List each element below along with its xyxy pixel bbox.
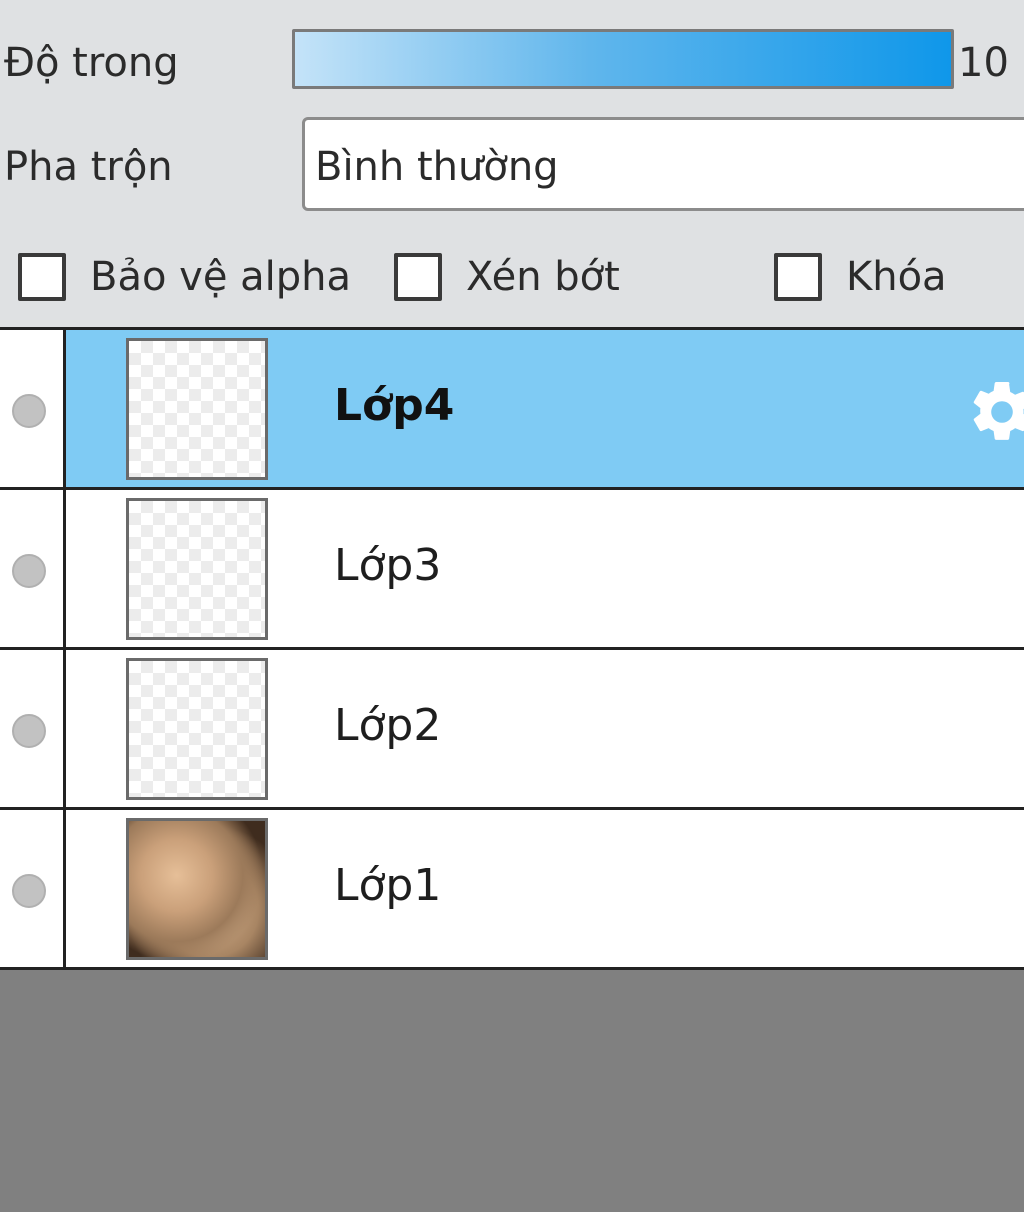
protect-alpha-checkbox-box[interactable]: [18, 253, 66, 301]
protect-alpha-checkbox[interactable]: Bảo vệ alpha: [18, 247, 351, 307]
visibility-dot-icon[interactable]: [12, 394, 46, 428]
lock-checkbox[interactable]: Khóa: [774, 247, 947, 307]
layer-thumbnail: [126, 658, 268, 800]
opacity-slider[interactable]: [292, 29, 954, 89]
layer-thumbnail: [126, 818, 268, 960]
layer-name: Lớp2: [334, 700, 442, 751]
layer-row-4[interactable]: Lớp4: [0, 327, 1024, 487]
visibility-dot-icon[interactable]: [12, 714, 46, 748]
protect-alpha-label: Bảo vệ alpha: [90, 254, 352, 300]
layer-list: Lớp4 Lớp3 Lớp2 Lớp1: [0, 327, 1024, 970]
lock-checkbox-box[interactable]: [774, 253, 822, 301]
layer-name: Lớp1: [334, 860, 442, 911]
clip-checkbox-box[interactable]: [394, 253, 442, 301]
layer-row-2[interactable]: Lớp2: [0, 647, 1024, 807]
gear-icon[interactable]: [966, 376, 1024, 448]
layer-name: Lớp3: [334, 540, 442, 591]
layer-name: Lớp4: [334, 380, 455, 431]
empty-layer-area: [0, 970, 1024, 1212]
blend-mode-value: Bình thường: [315, 144, 559, 190]
layer-thumbnail: [126, 338, 268, 480]
visibility-cell: [0, 330, 66, 487]
opacity-label: Độ trong: [4, 40, 179, 86]
visibility-cell: [0, 810, 66, 967]
blend-mode-label: Pha trộn: [4, 144, 173, 190]
visibility-dot-icon[interactable]: [12, 554, 46, 588]
clip-checkbox[interactable]: Xén bớt: [394, 247, 620, 307]
layer-thumbnail: [126, 498, 268, 640]
layer-row-1[interactable]: Lớp1: [0, 807, 1024, 970]
lock-label: Khóa: [846, 254, 947, 300]
visibility-dot-icon[interactable]: [12, 874, 46, 908]
blend-mode-select[interactable]: Bình thường: [302, 117, 1024, 211]
layer-row-main[interactable]: Lớp4: [66, 330, 1024, 487]
layer-row-main[interactable]: Lớp2: [66, 650, 1024, 807]
visibility-cell: [0, 650, 66, 807]
layer-row-main[interactable]: Lớp3: [66, 490, 1024, 647]
layer-properties: Độ trong 10 Pha trộn Bình thường Bảo vệ …: [0, 0, 1024, 328]
visibility-cell: [0, 490, 66, 647]
layer-row-3[interactable]: Lớp3: [0, 487, 1024, 647]
layers-panel: Độ trong 10 Pha trộn Bình thường Bảo vệ …: [0, 0, 1024, 1212]
layer-row-main[interactable]: Lớp1: [66, 810, 1024, 967]
opacity-slider-fill: [295, 32, 951, 86]
clip-label: Xén bớt: [466, 254, 620, 300]
opacity-value: 10: [958, 40, 1009, 86]
